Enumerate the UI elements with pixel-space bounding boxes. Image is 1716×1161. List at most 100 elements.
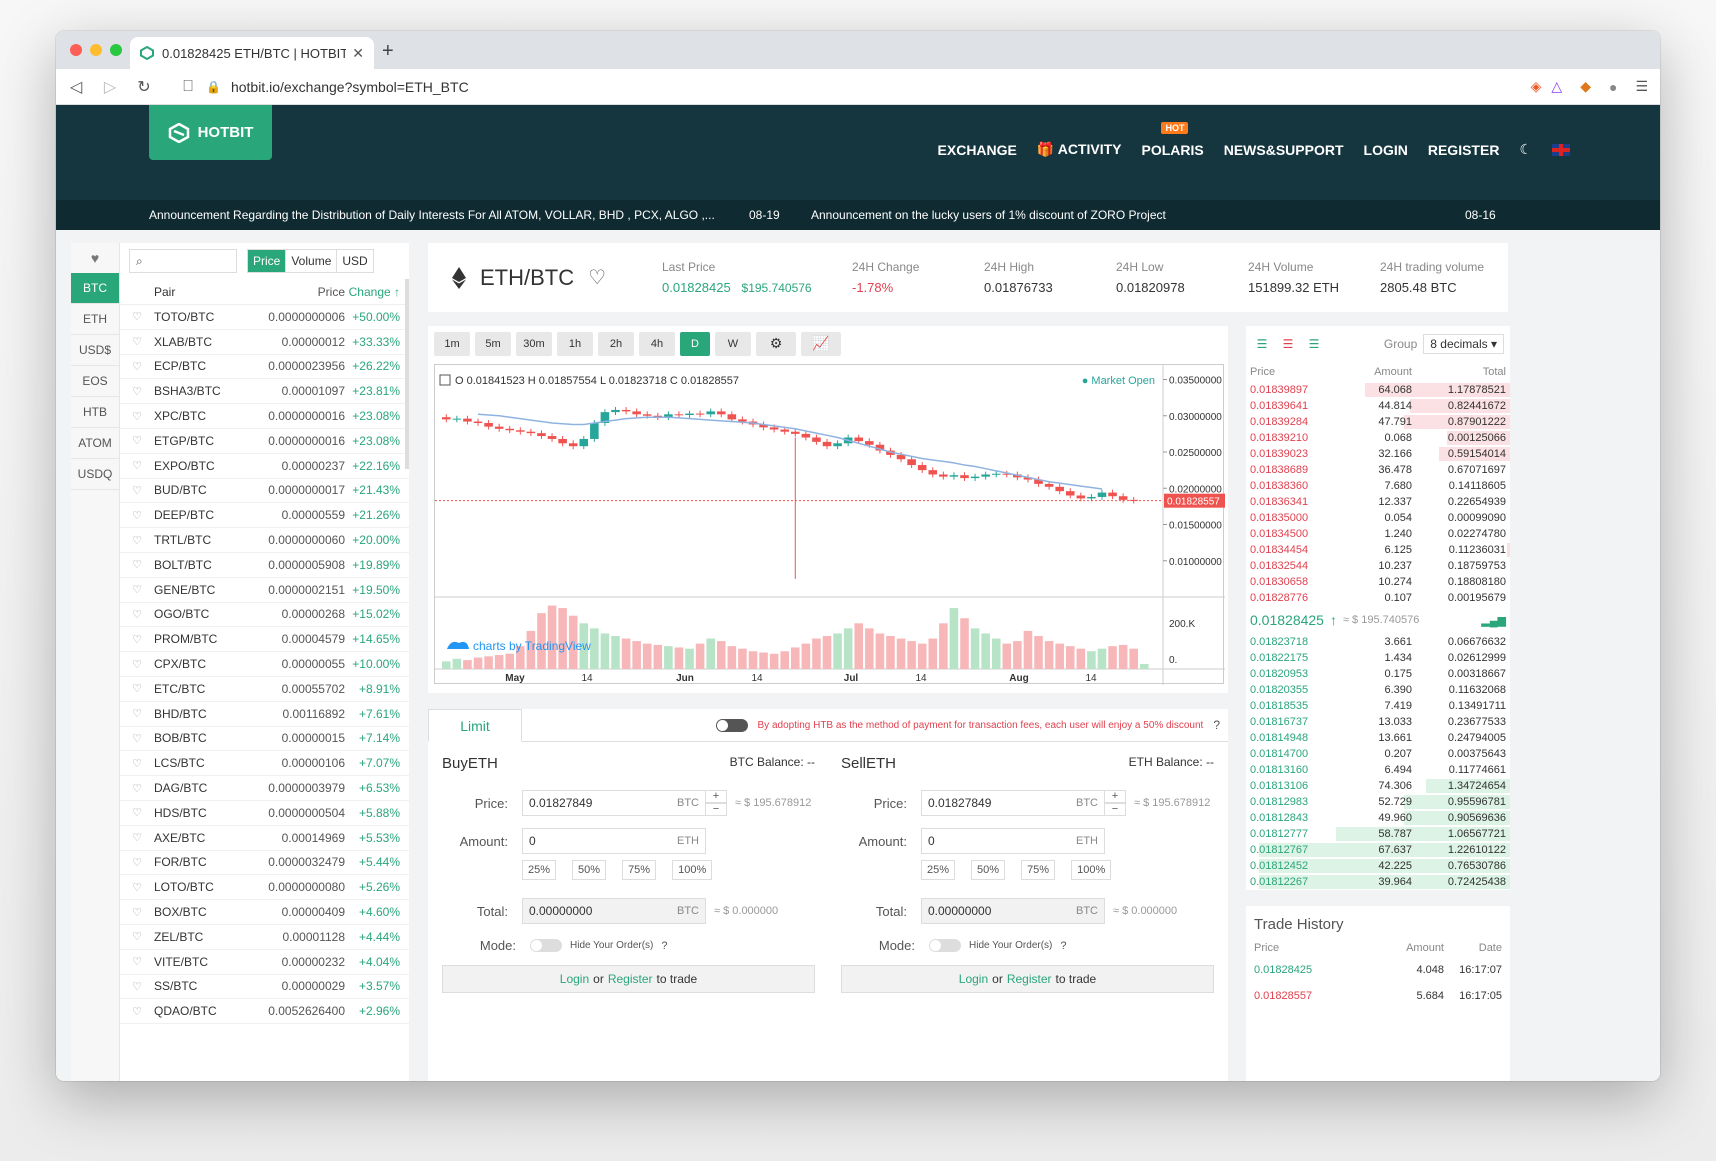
buy-percent-0[interactable]: 25% [522, 860, 557, 880]
category-usd[interactable]: USD$ [71, 335, 119, 366]
pair-row[interactable]: ♡ BHD/BTC 0.00116892 +7.61% [120, 702, 409, 727]
buy-hide-toggle[interactable] [530, 939, 562, 952]
bids-row[interactable]: 0.01812983 52.729 0.95596781 [1246, 794, 1510, 810]
asks-row[interactable]: 0.01838360 7.680 0.14118605 [1246, 478, 1510, 494]
pair-row[interactable]: ♡ BOB/BTC 0.00000015 +7.14% [120, 727, 409, 752]
increment-button[interactable]: + [705, 790, 727, 803]
favorite-heart-icon[interactable]: ♡ [120, 583, 154, 596]
decrement-button[interactable]: − [1104, 803, 1126, 816]
sort-volume[interactable]: Volume [286, 250, 338, 272]
nav-login[interactable]: LOGIN [1364, 142, 1408, 158]
pair-row[interactable]: ♡ LCS/BTC 0.00000106 +7.07% [120, 751, 409, 777]
bids-row[interactable]: 0.01816737 13.033 0.23677533 [1246, 714, 1510, 730]
favorite-heart-icon[interactable]: ♡ [120, 831, 154, 844]
pair-row[interactable]: ♡ CPX/BTC 0.00000055 +10.00% [120, 652, 409, 677]
pair-row[interactable]: ♡ TRTL/BTC 0.0000000060 +20.00% [120, 528, 409, 553]
pair-row[interactable]: ♡ ETC/BTC 0.00055702 +8.91% [120, 677, 409, 702]
buy-percent-3[interactable]: 100% [672, 860, 713, 880]
tradingview-chart[interactable]: 0.03500000 0.03000000 0.02500000 0.02000000… [434, 364, 1225, 685]
sell-price-input[interactable]: 0.01827849 BTC [921, 790, 1105, 816]
bids-row[interactable]: 0.01813106 74.306 1.34724654 [1246, 778, 1510, 794]
book-bids-icon[interactable]: ☰ [1304, 337, 1324, 351]
favorites-heart-icon[interactable]: ♥ [71, 243, 119, 273]
interval-D[interactable]: D [680, 332, 710, 356]
sell-amount-input[interactable]: 0 ETH [921, 828, 1105, 854]
favorite-heart-icon[interactable]: ♡ [120, 906, 154, 919]
favorite-heart-icon[interactable]: ♡ [120, 484, 154, 497]
favorite-heart-icon[interactable]: ♡ [120, 385, 154, 398]
nav-news-support[interactable]: NEWS&SUPPORT [1224, 142, 1344, 158]
pair-row[interactable]: ♡ AXE/BTC 0.00014969 +5.53% [120, 826, 409, 851]
asks-row[interactable]: 0.01838689 36.478 0.67071697 [1246, 462, 1510, 478]
bids-row[interactable]: 0.01812767 67.637 1.22610122 [1246, 842, 1510, 858]
sell-percent-2[interactable]: 75% [1021, 860, 1056, 880]
favorite-heart-icon[interactable]: ♡ [120, 782, 154, 795]
sort-usd[interactable]: USD [337, 250, 372, 272]
moon-icon[interactable]: ☾ [1519, 141, 1532, 158]
pair-row[interactable]: ♡ HDS/BTC 0.0000000504 +5.88% [120, 801, 409, 826]
brave-shield-icon[interactable]: ◈ [1531, 78, 1542, 95]
pair-row[interactable]: ♡ EXPO/BTC 0.00000237 +22.16% [120, 454, 409, 479]
login-link[interactable]: Login [959, 972, 988, 986]
pair-row[interactable]: ♡ ZEL/BTC 0.00001128 +4.44% [120, 925, 409, 950]
login-link[interactable]: Login [560, 972, 589, 986]
favorite-heart-icon[interactable]: ♡ [120, 856, 154, 869]
pair-row[interactable]: ♡ XLAB/BTC 0.00000012 +33.33% [120, 330, 409, 355]
asks-row[interactable]: 0.01839284 47.791 0.87901222 [1246, 414, 1510, 430]
sort-price[interactable]: Price [248, 250, 287, 272]
bids-row[interactable]: 0.01822175 1.434 0.02612999 [1246, 650, 1510, 666]
asks-row[interactable]: 0.01839210 0.068 0.00125066 [1246, 430, 1510, 446]
announcement-2[interactable]: Announcement on the lucky users of 1% di… [811, 208, 1465, 222]
announcement-1[interactable]: Announcement Regarding the Distribution … [149, 208, 749, 222]
register-link[interactable]: Register [1007, 972, 1052, 986]
asks-row[interactable]: 0.01834500 1.240 0.02274780 [1246, 526, 1510, 542]
pair-row[interactable]: ♡ GENE/BTC 0.0000002151 +19.50% [120, 578, 409, 603]
pair-row[interactable]: ♡ BUD/BTC 0.0000000017 +21.43% [120, 479, 409, 504]
favorite-heart-icon[interactable]: ♡ [120, 534, 154, 547]
bids-row[interactable]: 0.01814948 13.661 0.24794005 [1246, 730, 1510, 746]
pair-row[interactable]: ♡ DAG/BTC 0.0000003979 +6.53% [120, 776, 409, 801]
close-window-button[interactable] [70, 44, 82, 56]
buy-amount-input[interactable]: 0 ETH [522, 828, 706, 854]
pair-row[interactable]: ♡ VITE/BTC 0.00000232 +4.04% [120, 950, 409, 975]
register-link[interactable]: Register [608, 972, 653, 986]
favorite-heart-icon[interactable]: ♡ [120, 658, 154, 671]
browser-tab[interactable]: 0.01828425 ETH/BTC | HOTBIT ✕ [130, 37, 374, 69]
header-price[interactable]: Price [246, 285, 345, 299]
htb-fee-toggle[interactable] [715, 718, 748, 732]
interval-5m[interactable]: 5m [475, 332, 511, 356]
category-atom[interactable]: ATOM [71, 428, 119, 459]
pair-row[interactable]: ♡ TOTO/BTC 0.0000000006 +50.00% [120, 305, 409, 330]
favorite-heart-icon[interactable]: ♡ [120, 509, 154, 522]
url-text[interactable]: hotbit.io/exchange?symbol=ETH_BTC [231, 79, 469, 95]
bids-row[interactable]: 0.01823718 3.661 0.06676632 [1246, 634, 1510, 650]
asks-row[interactable]: 0.01836341 12.337 0.22654939 [1246, 494, 1510, 510]
buy-total-input[interactable]: 0.00000000 BTC [522, 898, 706, 924]
bids-row[interactable]: 0.01818535 7.419 0.13491711 [1246, 698, 1510, 714]
maximize-window-button[interactable] [110, 44, 122, 56]
uk-flag-icon[interactable] [1552, 143, 1570, 156]
decrement-button[interactable]: − [705, 803, 727, 816]
address-bar[interactable]: ⎕ 🔒 hotbit.io/exchange?symbol=ETH_BTC ◈ … [180, 78, 1562, 96]
pair-row[interactable]: ♡ ETGP/BTC 0.0000000016 +23.08% [120, 429, 409, 454]
favorite-heart-icon[interactable]: ♡ [120, 955, 154, 968]
asks-row[interactable]: 0.01834454 6.125 0.11236031 [1246, 542, 1510, 558]
category-btc[interactable]: BTC [71, 273, 119, 304]
settings-gear-icon[interactable]: ⚙ [756, 332, 796, 356]
buy-percent-2[interactable]: 75% [622, 860, 657, 880]
asks-row[interactable]: 0.01839897 64.068 1.17878521 [1246, 382, 1510, 398]
favorite-heart-icon[interactable]: ♡ [120, 335, 154, 348]
asks-row[interactable]: 0.01839023 32.166 0.59154014 [1246, 446, 1510, 462]
favorite-heart-icon[interactable]: ♡ [120, 459, 154, 472]
favorite-heart-icon[interactable]: ♡ [120, 682, 154, 695]
favorite-heart-icon[interactable]: ♡ [120, 558, 154, 571]
pair-row[interactable]: ♡ BSHA3/BTC 0.00001097 +23.81% [120, 379, 409, 405]
interval-W[interactable]: W [715, 332, 751, 356]
buy-price-input[interactable]: 0.01827849 BTC [522, 790, 706, 816]
interval-1m[interactable]: 1m [434, 332, 470, 356]
profile-icon[interactable]: ● [1609, 79, 1617, 95]
pair-row[interactable]: ♡ DEEP/BTC 0.00000559 +21.26% [120, 503, 409, 529]
bids-row[interactable]: 0.01813160 6.494 0.11774661 [1246, 762, 1510, 778]
favorite-heart-icon[interactable]: ♡ [120, 360, 154, 373]
group-select[interactable]: 8 decimals ▾ [1423, 334, 1504, 354]
